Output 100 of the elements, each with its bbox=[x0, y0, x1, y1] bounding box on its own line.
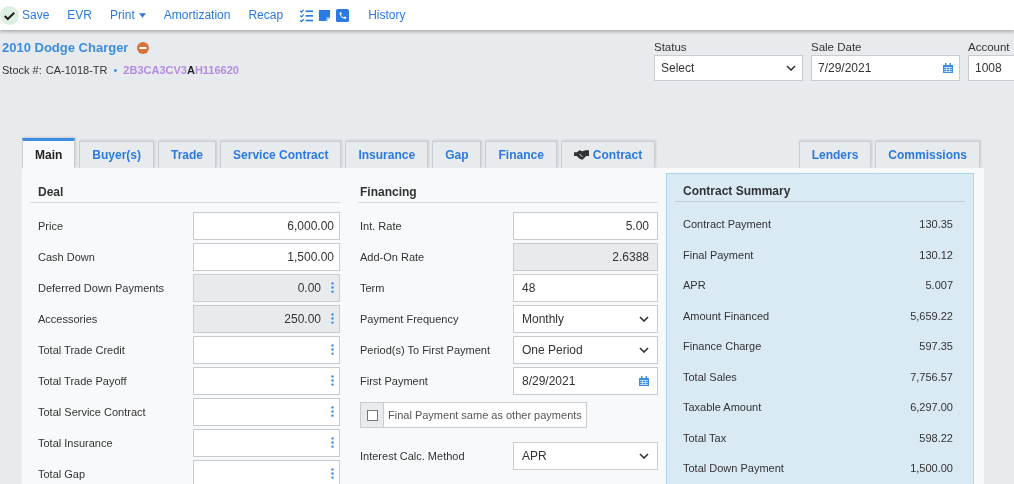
kebab-menu-icon[interactable] bbox=[331, 406, 334, 417]
summary-label: Total Down Payment bbox=[683, 462, 784, 475]
kebab-menu-icon[interactable] bbox=[331, 437, 334, 448]
date-field[interactable]: 7/29/2021 bbox=[811, 55, 960, 81]
chevron-down-icon bbox=[639, 452, 649, 459]
save-button[interactable]: Save bbox=[0, 4, 59, 26]
summary-value: 598.22 bbox=[919, 431, 953, 444]
input-field[interactable]: 48 bbox=[513, 273, 658, 302]
summary-value: 5.007 bbox=[925, 279, 953, 292]
kebab-menu-icon[interactable] bbox=[331, 375, 334, 386]
stock-label: Stock #: bbox=[2, 64, 42, 76]
tab[interactable]: Main bbox=[22, 138, 76, 168]
summary-value: 130.35 bbox=[919, 218, 953, 231]
calendar-icon[interactable] bbox=[943, 63, 953, 73]
field-label: Term bbox=[360, 281, 385, 294]
summary-label: APR bbox=[683, 279, 706, 292]
summary-label: Finance Charge bbox=[683, 340, 762, 353]
tab[interactable]: Buyer(s) bbox=[79, 141, 155, 168]
summary-value: 7,756.57 bbox=[910, 370, 953, 383]
handshake-icon bbox=[573, 150, 589, 160]
field-label: Payment Frequency bbox=[360, 312, 459, 325]
caret-icon bbox=[138, 12, 146, 18]
field-label: Cash Down bbox=[38, 250, 95, 263]
tab[interactable]: Finance bbox=[485, 141, 557, 168]
history-link[interactable]: History bbox=[359, 4, 415, 26]
field-label: Total Service Contract bbox=[38, 405, 146, 418]
field-label: Sale Date bbox=[811, 41, 863, 53]
field-label: Total Trade Credit bbox=[38, 343, 125, 356]
input-field[interactable]: 1008 bbox=[968, 55, 1014, 81]
summary-label: Taxable Amount bbox=[683, 401, 762, 414]
input-field[interactable] bbox=[193, 335, 340, 364]
tab[interactable]: Trade bbox=[158, 141, 217, 168]
field-label: Deferred Down Payments bbox=[38, 281, 164, 294]
print-dropdown[interactable]: Print bbox=[101, 4, 155, 26]
select-field[interactable]: Monthly bbox=[513, 304, 658, 333]
field-label: First Payment bbox=[360, 374, 428, 387]
section-heading: Contract Summary bbox=[675, 174, 965, 202]
kebab-menu-icon[interactable] bbox=[331, 468, 334, 479]
kebab-menu-icon[interactable] bbox=[331, 282, 334, 293]
select-field[interactable]: APR bbox=[513, 441, 658, 470]
field-label: Interest Calc. Method bbox=[360, 449, 465, 462]
field-label: Int. Rate bbox=[360, 219, 402, 232]
input-field[interactable] bbox=[193, 397, 340, 426]
chevron-down-icon bbox=[639, 346, 649, 353]
chevron-down-icon bbox=[639, 315, 649, 322]
toolbar-link[interactable]: Recap bbox=[239, 4, 293, 26]
field-label: Total Insurance bbox=[38, 436, 113, 449]
select-field[interactable]: One Period bbox=[513, 335, 658, 364]
toolbar-link[interactable]: EVR bbox=[58, 4, 102, 26]
tab[interactable]: Commissions bbox=[875, 141, 980, 168]
field-label: Total Trade Payoff bbox=[38, 374, 127, 387]
checkbox-option[interactable]: Final Payment same as other payments bbox=[360, 402, 587, 428]
vin-number: 2B3CA3CV3AH116620 bbox=[123, 64, 239, 76]
tab[interactable]: Contract bbox=[560, 141, 656, 168]
input-field[interactable]: 2.6388 bbox=[513, 242, 658, 271]
section-heading: Deal bbox=[30, 168, 340, 203]
remove-icon[interactable] bbox=[137, 41, 150, 54]
checkmark-icon bbox=[0, 5, 19, 25]
summary-label: Amount Financed bbox=[683, 309, 770, 322]
calendar-icon[interactable] bbox=[639, 375, 649, 386]
input-field[interactable]: 5.00 bbox=[513, 211, 658, 240]
checkbox[interactable] bbox=[366, 409, 378, 421]
input-field[interactable] bbox=[193, 428, 340, 457]
input-field[interactable]: 6,000.00 bbox=[193, 211, 340, 240]
field-label: Add-On Rate bbox=[360, 250, 425, 263]
tab[interactable]: Lenders bbox=[798, 141, 872, 168]
phone-icon[interactable] bbox=[336, 8, 350, 22]
input-field[interactable]: 0.00 bbox=[193, 273, 340, 302]
summary-value: 1,500.00 bbox=[910, 462, 953, 475]
summary-value: 130.12 bbox=[919, 248, 953, 261]
toolbar-link[interactable]: Amortization bbox=[154, 4, 240, 26]
stock-number: CA-1018-TR bbox=[45, 64, 108, 76]
status-select[interactable]: Select bbox=[654, 55, 803, 81]
chevron-down-icon bbox=[786, 65, 796, 71]
field-label: Accessories bbox=[38, 312, 98, 325]
summary-label: Total Sales bbox=[683, 370, 737, 383]
section-heading: Financing bbox=[358, 168, 658, 203]
field-label: Account bbox=[968, 41, 1011, 53]
summary-value: 597.35 bbox=[919, 340, 953, 353]
field-label: Period(s) To First Payment bbox=[360, 343, 490, 356]
input-field[interactable]: 250.00 bbox=[193, 304, 340, 333]
summary-value: 6,297.00 bbox=[910, 401, 953, 414]
tab[interactable]: Service Contract bbox=[220, 141, 342, 168]
summary-label: Total Tax bbox=[683, 431, 727, 444]
summary-label: Contract Payment bbox=[683, 218, 772, 231]
field-label: Status bbox=[654, 41, 688, 53]
tab[interactable]: Insurance bbox=[345, 141, 429, 168]
input-field[interactable] bbox=[193, 459, 340, 484]
kebab-menu-icon[interactable] bbox=[331, 344, 334, 355]
field-label: Total Gap bbox=[38, 467, 86, 480]
checklist-icon[interactable] bbox=[300, 8, 314, 22]
input-field[interactable] bbox=[193, 366, 340, 395]
date-field[interactable]: 8/29/2021 bbox=[513, 366, 658, 395]
separator-dot: • bbox=[113, 64, 118, 76]
tab[interactable]: Gap bbox=[432, 141, 482, 168]
note-icon[interactable] bbox=[318, 8, 332, 22]
field-label: Price bbox=[38, 219, 64, 232]
input-field[interactable]: 1,500.00 bbox=[193, 242, 340, 271]
kebab-menu-icon[interactable] bbox=[331, 313, 334, 324]
summary-value: 5,659.22 bbox=[910, 309, 953, 322]
